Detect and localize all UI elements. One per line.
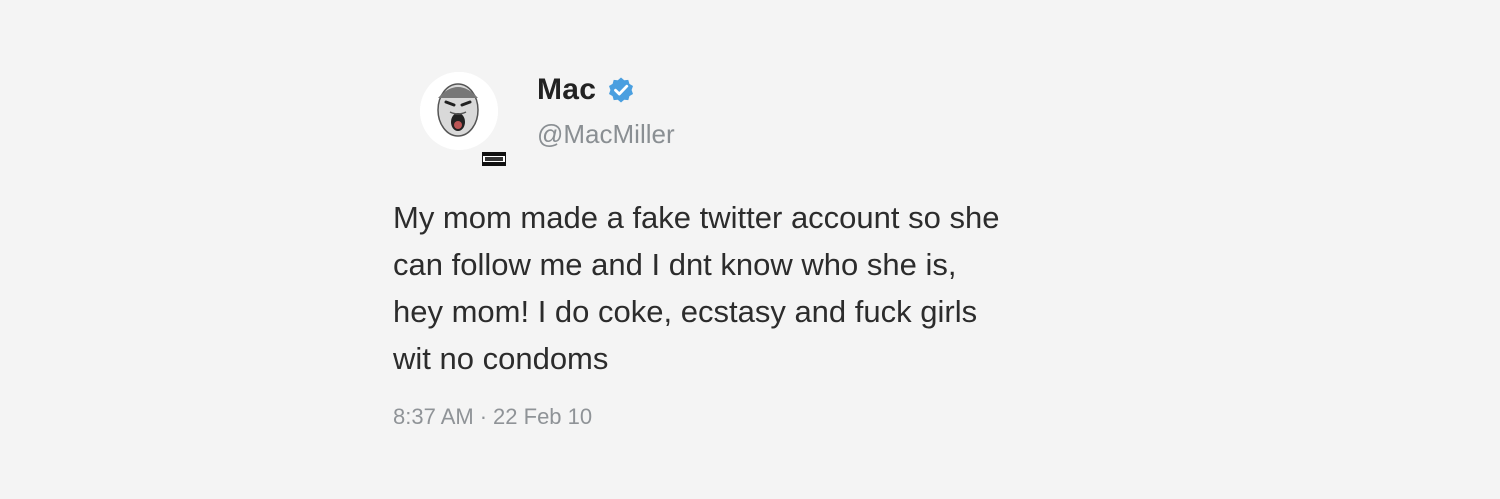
verified-badge-icon xyxy=(607,76,635,104)
tweet-date: 22 Feb 10 xyxy=(493,404,593,429)
meta-separator: · xyxy=(479,404,488,429)
profile-avatar[interactable] xyxy=(420,72,498,150)
tweet-time: 8:37 AM xyxy=(393,404,474,429)
avatar-face-icon xyxy=(420,72,498,150)
tweet-text: My mom made a fake twitter account so sh… xyxy=(393,200,1000,376)
tweet-card: Mac @MacMiller My mom made a fake twitte… xyxy=(0,0,1500,499)
parental-advisory-icon xyxy=(482,152,506,166)
display-name[interactable]: Mac xyxy=(537,72,596,108)
tweet-timestamp[interactable]: 8:37 AM · 22 Feb 10 xyxy=(393,402,592,432)
user-handle[interactable]: @MacMiller xyxy=(537,118,675,150)
